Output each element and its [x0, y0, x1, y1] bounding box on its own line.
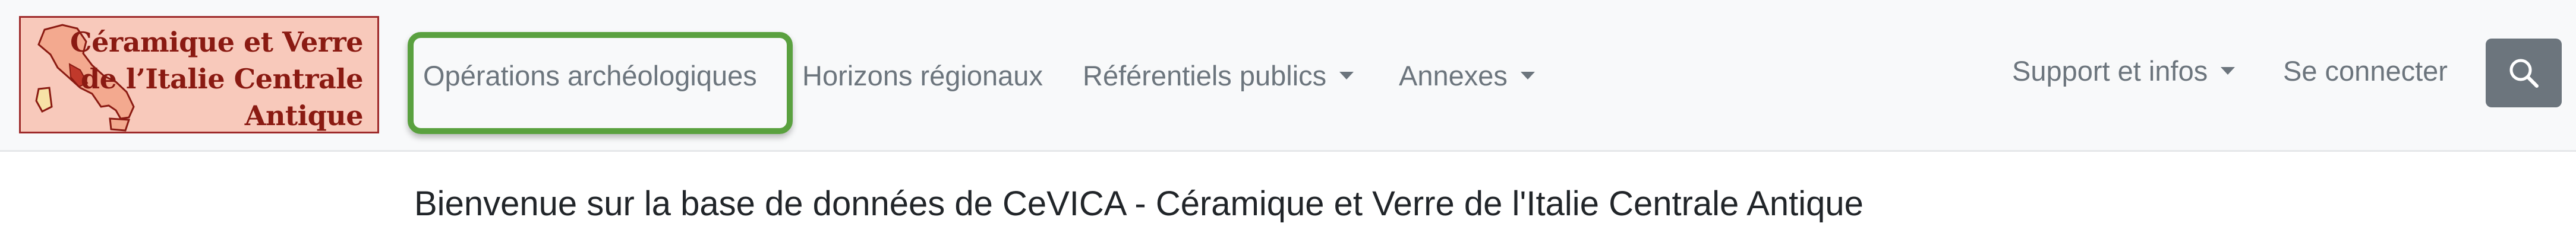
chevron-down-icon: [1339, 72, 1354, 80]
nav-support-label: Support et infos: [2012, 55, 2208, 87]
nav-annexes-label: Annexes: [1399, 60, 1508, 91]
nav-operations-archeologiques[interactable]: Opérations archéologiques: [423, 59, 757, 93]
nav-referentiels-label: Référentiels publics: [1083, 60, 1327, 91]
logo-line-2: de l’Italie Centrale: [80, 63, 364, 95]
logo-line-1: Céramique et Verre: [70, 26, 363, 58]
login-link[interactable]: Se connecter: [2283, 55, 2448, 88]
site-logo[interactable]: Céramique et Verre de l’Italie Centrale …: [19, 16, 379, 133]
navbar: Céramique et Verre de l’Italie Centrale …: [0, 0, 2576, 152]
chevron-down-icon: [2221, 67, 2236, 75]
search-button[interactable]: [2486, 39, 2562, 107]
search-icon: [2509, 59, 2539, 88]
logo-text: Céramique et Verre de l’Italie Centrale …: [70, 24, 364, 132]
nav-referentiels-publics[interactable]: Référentiels publics: [1083, 59, 1354, 93]
nav-horizons-regionaux[interactable]: Horizons régionaux: [802, 59, 1043, 93]
nav-annexes[interactable]: Annexes: [1399, 59, 1535, 93]
page-title: Bienvenue sur la base de données de CeVI…: [414, 184, 1864, 223]
chevron-down-icon: [1520, 72, 1535, 80]
nav-support-et-infos[interactable]: Support et infos: [2012, 55, 2236, 88]
logo-line-3: Antique: [244, 100, 364, 132]
